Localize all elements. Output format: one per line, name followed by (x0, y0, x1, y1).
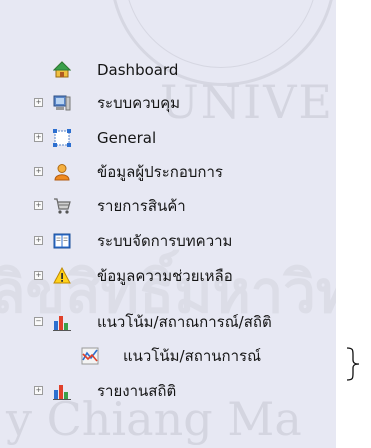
expand-toggle[interactable]: + (34, 98, 43, 107)
user-icon (54, 164, 70, 181)
warning-icon (53, 267, 71, 284)
tree-item-trends-situation[interactable]: แนวโน้ม/สถานการณ์ (0, 346, 300, 366)
expand-toggle[interactable]: + (34, 386, 43, 395)
tree-item-label: ระบบจัดการบทความ (97, 232, 233, 250)
tree-item-label: ระบบควบคุม (97, 94, 181, 112)
tree-item-label: รายงานสถิติ (97, 382, 177, 400)
shopping-cart-icon (54, 198, 71, 214)
tree-item-label: ข้อมูลผู้ประกอบการ (97, 163, 223, 181)
tree-item-statistics-report[interactable]: + รายงานสถิติ (0, 381, 230, 401)
bar-chart-icon (53, 316, 71, 331)
tree-item-product-list[interactable]: + รายการสินค้า (0, 196, 230, 216)
general-settings-icon (53, 129, 71, 147)
trend-chart-icon (81, 347, 99, 365)
expand-toggle[interactable]: + (34, 201, 43, 210)
tree-item-system-control[interactable]: + ระบบควบคุม (0, 93, 230, 113)
tree-item-operator-info[interactable]: + ข้อมูลผู้ประกอบการ (0, 162, 260, 182)
tree-item-label: รายการสินค้า (97, 197, 186, 215)
tree-item-label: General (97, 129, 157, 147)
book-icon (53, 233, 71, 249)
tree-item-label: แนวโน้ม/สถานการณ์ (123, 347, 261, 365)
home-icon (53, 61, 71, 78)
tree-item-label: แนวโน้ม/สถาณการณ์/สถิติ (97, 313, 272, 331)
menu-panel: UNIVER ลิขสิทธิ์มหาวิทยาลัย y Chiang Ma … (0, 0, 336, 448)
bar-chart-icon (53, 385, 71, 400)
tree-item-label: ข้อมูลความช่วยเหลือ (97, 267, 233, 285)
annotation-brace (346, 347, 360, 381)
tree-item-label: Dashboard (97, 61, 179, 79)
expand-toggle[interactable]: + (34, 167, 43, 176)
tree-item-article-management[interactable]: + ระบบจัดการบทความ (0, 231, 260, 251)
tree-item-trends-statistics[interactable]: − แนวโน้ม/สถาณการณ์/สถิติ (0, 312, 300, 332)
collapse-toggle[interactable]: − (34, 317, 43, 326)
computer-icon (53, 95, 71, 111)
expand-toggle[interactable]: + (34, 133, 43, 142)
expand-toggle[interactable]: + (34, 271, 43, 280)
navigation-tree: Dashboard + ระบบควบคุม + General + ข้อมู… (0, 0, 336, 448)
tree-item-dashboard[interactable]: Dashboard (0, 60, 230, 80)
tree-item-help-info[interactable]: + ข้อมูลความช่วยเหลือ (0, 266, 260, 286)
expand-toggle[interactable]: + (34, 236, 43, 245)
tree-item-general[interactable]: + General (0, 128, 230, 148)
